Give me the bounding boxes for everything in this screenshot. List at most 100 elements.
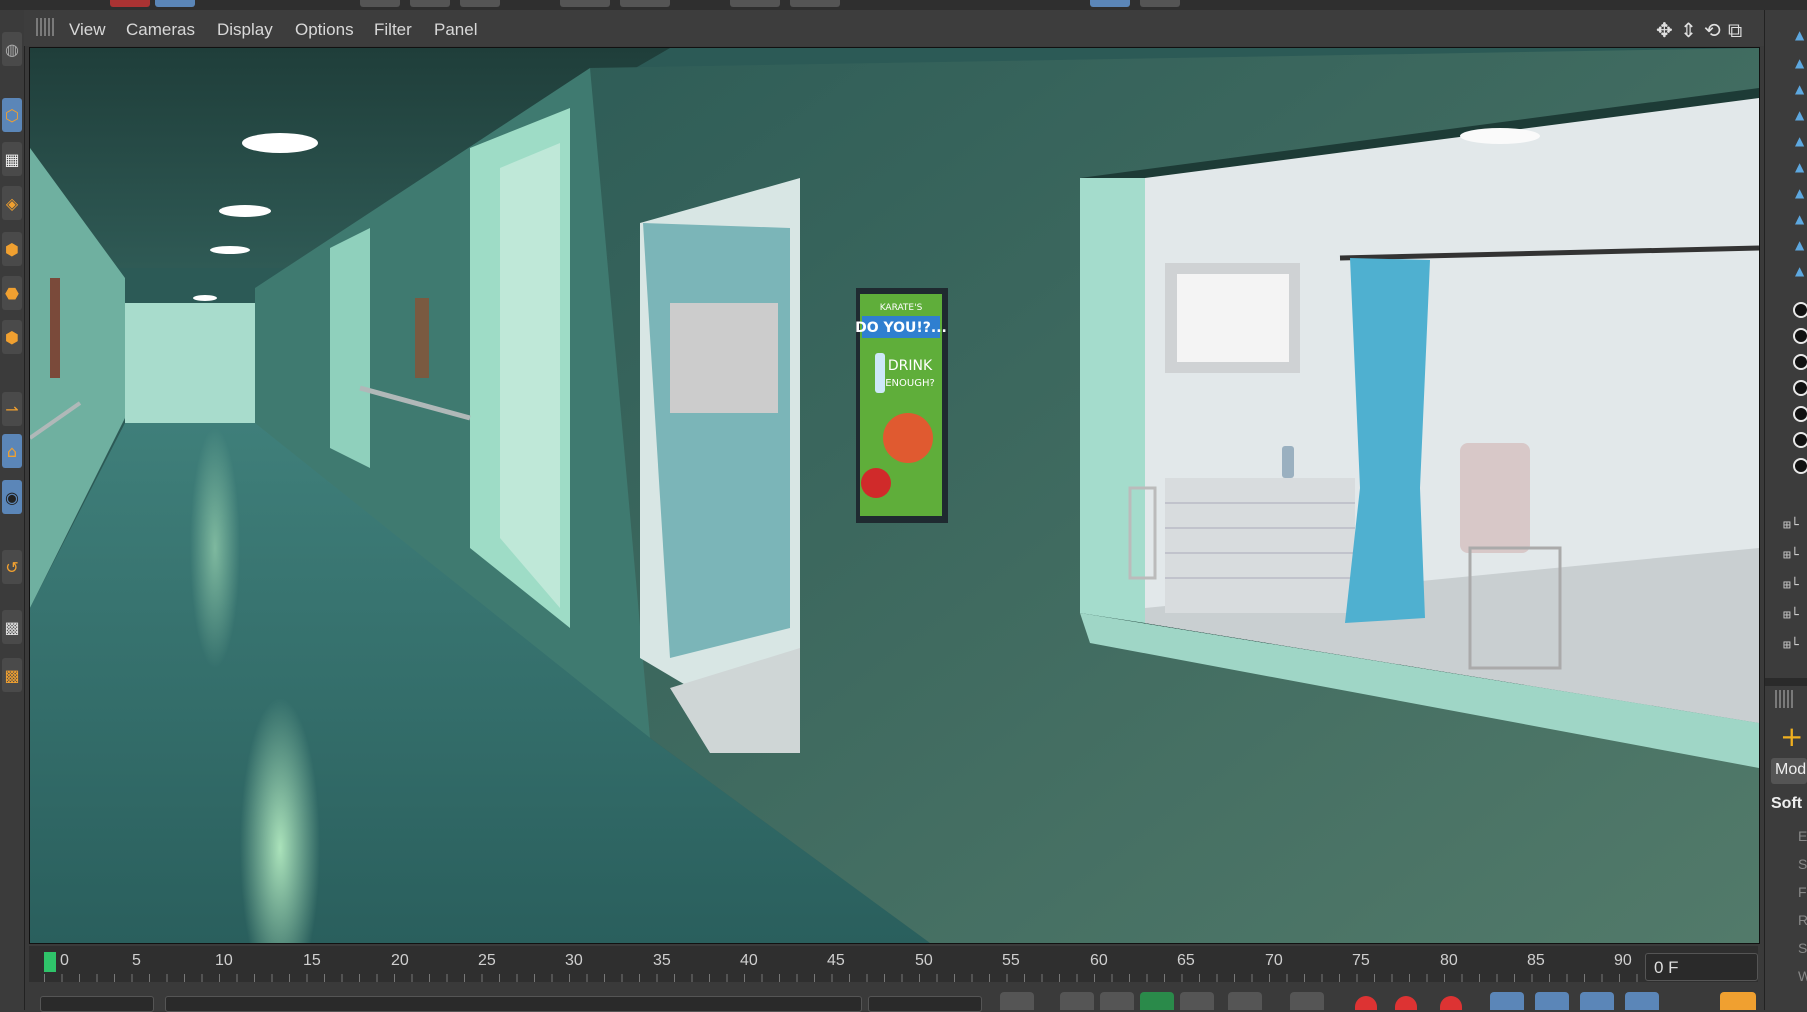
attribute-label: F (1798, 884, 1807, 900)
globe-icon[interactable]: ◍ (2, 32, 22, 66)
add-icon[interactable]: + (1780, 720, 1803, 753)
material-icon[interactable] (1793, 406, 1807, 422)
go-to-end-icon[interactable] (1290, 992, 1324, 1010)
toolbar-button[interactable] (360, 0, 400, 7)
poly-mode-icon[interactable]: ⬢ (2, 320, 22, 354)
timeline-tick-label: 45 (827, 952, 845, 969)
playhead[interactable] (44, 952, 56, 972)
object-icon[interactable]: ▲ (1795, 160, 1804, 174)
toolbar-button[interactable] (110, 0, 150, 7)
point-mode-icon[interactable]: ⬢ (2, 232, 22, 266)
axis-icon[interactable]: ⇀ (2, 392, 22, 426)
poster-line-1: DRINK (888, 358, 933, 374)
material-icon[interactable] (1793, 432, 1807, 448)
object-icon[interactable]: ▲ (1795, 134, 1804, 148)
timeline-tick-label: 85 (1527, 952, 1545, 969)
grid-lock-icon[interactable]: ▩ (2, 610, 22, 644)
step-forward-icon[interactable] (1180, 992, 1214, 1010)
mode-button[interactable]: Mod (1771, 758, 1807, 784)
toolbar-button[interactable] (410, 0, 450, 7)
object-icon[interactable]: ▲ (1795, 238, 1804, 252)
menu-display[interactable]: Display (217, 20, 273, 40)
play-icon[interactable] (1140, 992, 1174, 1010)
object-icon[interactable]: ▲ (1795, 186, 1804, 200)
timeline-tick-label: 25 (478, 952, 496, 969)
current-frame-field[interactable]: 0 F (1645, 953, 1758, 981)
attribute-label: S (1798, 940, 1807, 956)
timeline-tick-label: 55 (1002, 952, 1020, 969)
spline-icon[interactable]: ↺ (2, 550, 22, 584)
edge-mode-icon[interactable]: ⬣ (2, 276, 22, 310)
step-back-icon[interactable] (1100, 992, 1134, 1010)
next-key-icon[interactable] (1228, 992, 1262, 1010)
top-toolbar (0, 0, 1807, 10)
maximize-icon[interactable]: ⧉ (1728, 18, 1742, 42)
timeline-tick-label: 20 (391, 952, 409, 969)
key-scale-icon[interactable] (1535, 992, 1569, 1010)
object-icon[interactable]: ▲ (1795, 108, 1804, 122)
timeline-window-icon[interactable] (1720, 992, 1756, 1010)
left-toolbar: ◍ ⬡ ▦ ◈ ⬢ ⬣ ⬢ ⇀ ⌂ ◉ ↺ ▩ ▩ (0, 10, 25, 1010)
attribute-label: W (1798, 968, 1807, 984)
grip-icon[interactable] (36, 18, 54, 36)
timeline-tick-label: 65 (1177, 952, 1195, 969)
menu-cameras[interactable]: Cameras (126, 20, 195, 40)
object-icon[interactable]: ▲ (1795, 82, 1804, 96)
menu-filter[interactable]: Filter (374, 20, 412, 40)
prev-key-icon[interactable] (1060, 992, 1094, 1010)
viewport-menu-bar (24, 10, 1764, 46)
object-icon[interactable]: ▲ (1795, 56, 1804, 70)
grid-snap-icon[interactable]: ▩ (2, 658, 22, 692)
attribute-label: R (1798, 912, 1807, 928)
material-icon[interactable] (1793, 380, 1807, 396)
tree-expand-icon[interactable]: ⊞└ (1783, 548, 1799, 563)
toolbar-button[interactable] (730, 0, 780, 7)
material-icon[interactable] (1793, 458, 1807, 474)
soft-selection-tab[interactable]: Soft (1771, 795, 1802, 813)
go-to-start-icon[interactable] (1000, 992, 1034, 1010)
checker-icon[interactable]: ▦ (2, 142, 22, 176)
attribute-label: E (1798, 828, 1807, 844)
timeline-tick-label: 40 (740, 952, 758, 969)
toolbar-button[interactable] (1090, 0, 1130, 7)
toolbar-button[interactable] (1140, 0, 1180, 7)
material-icon[interactable] (1793, 328, 1807, 344)
tree-expand-icon[interactable]: ⊞└ (1783, 608, 1799, 623)
object-icon[interactable]: ▲ (1795, 28, 1804, 42)
texture-icon[interactable]: ◈ (2, 186, 22, 220)
tree-expand-icon[interactable]: ⊞└ (1783, 578, 1799, 593)
timeline-tick-label: 5 (132, 952, 141, 969)
material-icon[interactable] (1793, 354, 1807, 370)
timeline-tick-label: 50 (915, 952, 933, 969)
object-icon[interactable]: ▲ (1795, 264, 1804, 278)
menu-view[interactable]: View (69, 20, 106, 40)
toolbar-button[interactable] (560, 0, 610, 7)
toolbar-button[interactable] (790, 0, 840, 7)
timeline-tick-label: 80 (1440, 952, 1458, 969)
material-icon[interactable] (1793, 302, 1807, 318)
key-position-icon[interactable] (1490, 992, 1524, 1010)
toolbar-button[interactable] (155, 0, 195, 7)
timeline-tick-label: 0 (60, 952, 69, 969)
timeline-tick-label: 15 (303, 952, 321, 969)
key-rotation-icon[interactable] (1580, 992, 1614, 1010)
mouse-icon[interactable]: ⌂ (2, 434, 22, 468)
key-parameter-icon[interactable] (1625, 992, 1659, 1010)
rotate-icon[interactable]: ⟲ (1704, 18, 1721, 42)
toolbar-button[interactable] (460, 0, 500, 7)
cube-icon[interactable]: ⬡ (2, 98, 22, 132)
snap-icon[interactable]: ◉ (2, 480, 22, 514)
move-icon[interactable]: ✥ (1656, 18, 1673, 42)
dolly-icon[interactable]: ⇕ (1680, 18, 1697, 42)
menu-panel[interactable]: Panel (434, 20, 477, 40)
grip-icon[interactable] (1775, 690, 1793, 708)
scene-render: KARATE'S DO YOU!?... DRINK ENOUGH? (30, 48, 1759, 943)
viewport-3d[interactable]: KARATE'S DO YOU!?... DRINK ENOUGH? (29, 47, 1760, 944)
timeline-ticks (44, 974, 1644, 982)
tree-expand-icon[interactable]: ⊞└ (1783, 638, 1799, 653)
tree-expand-icon[interactable]: ⊞└ (1783, 518, 1799, 533)
toolbar-button[interactable] (620, 0, 670, 7)
timeline-tick-label: 90 (1614, 952, 1632, 969)
object-icon[interactable]: ▲ (1795, 212, 1804, 226)
menu-options[interactable]: Options (295, 20, 354, 40)
